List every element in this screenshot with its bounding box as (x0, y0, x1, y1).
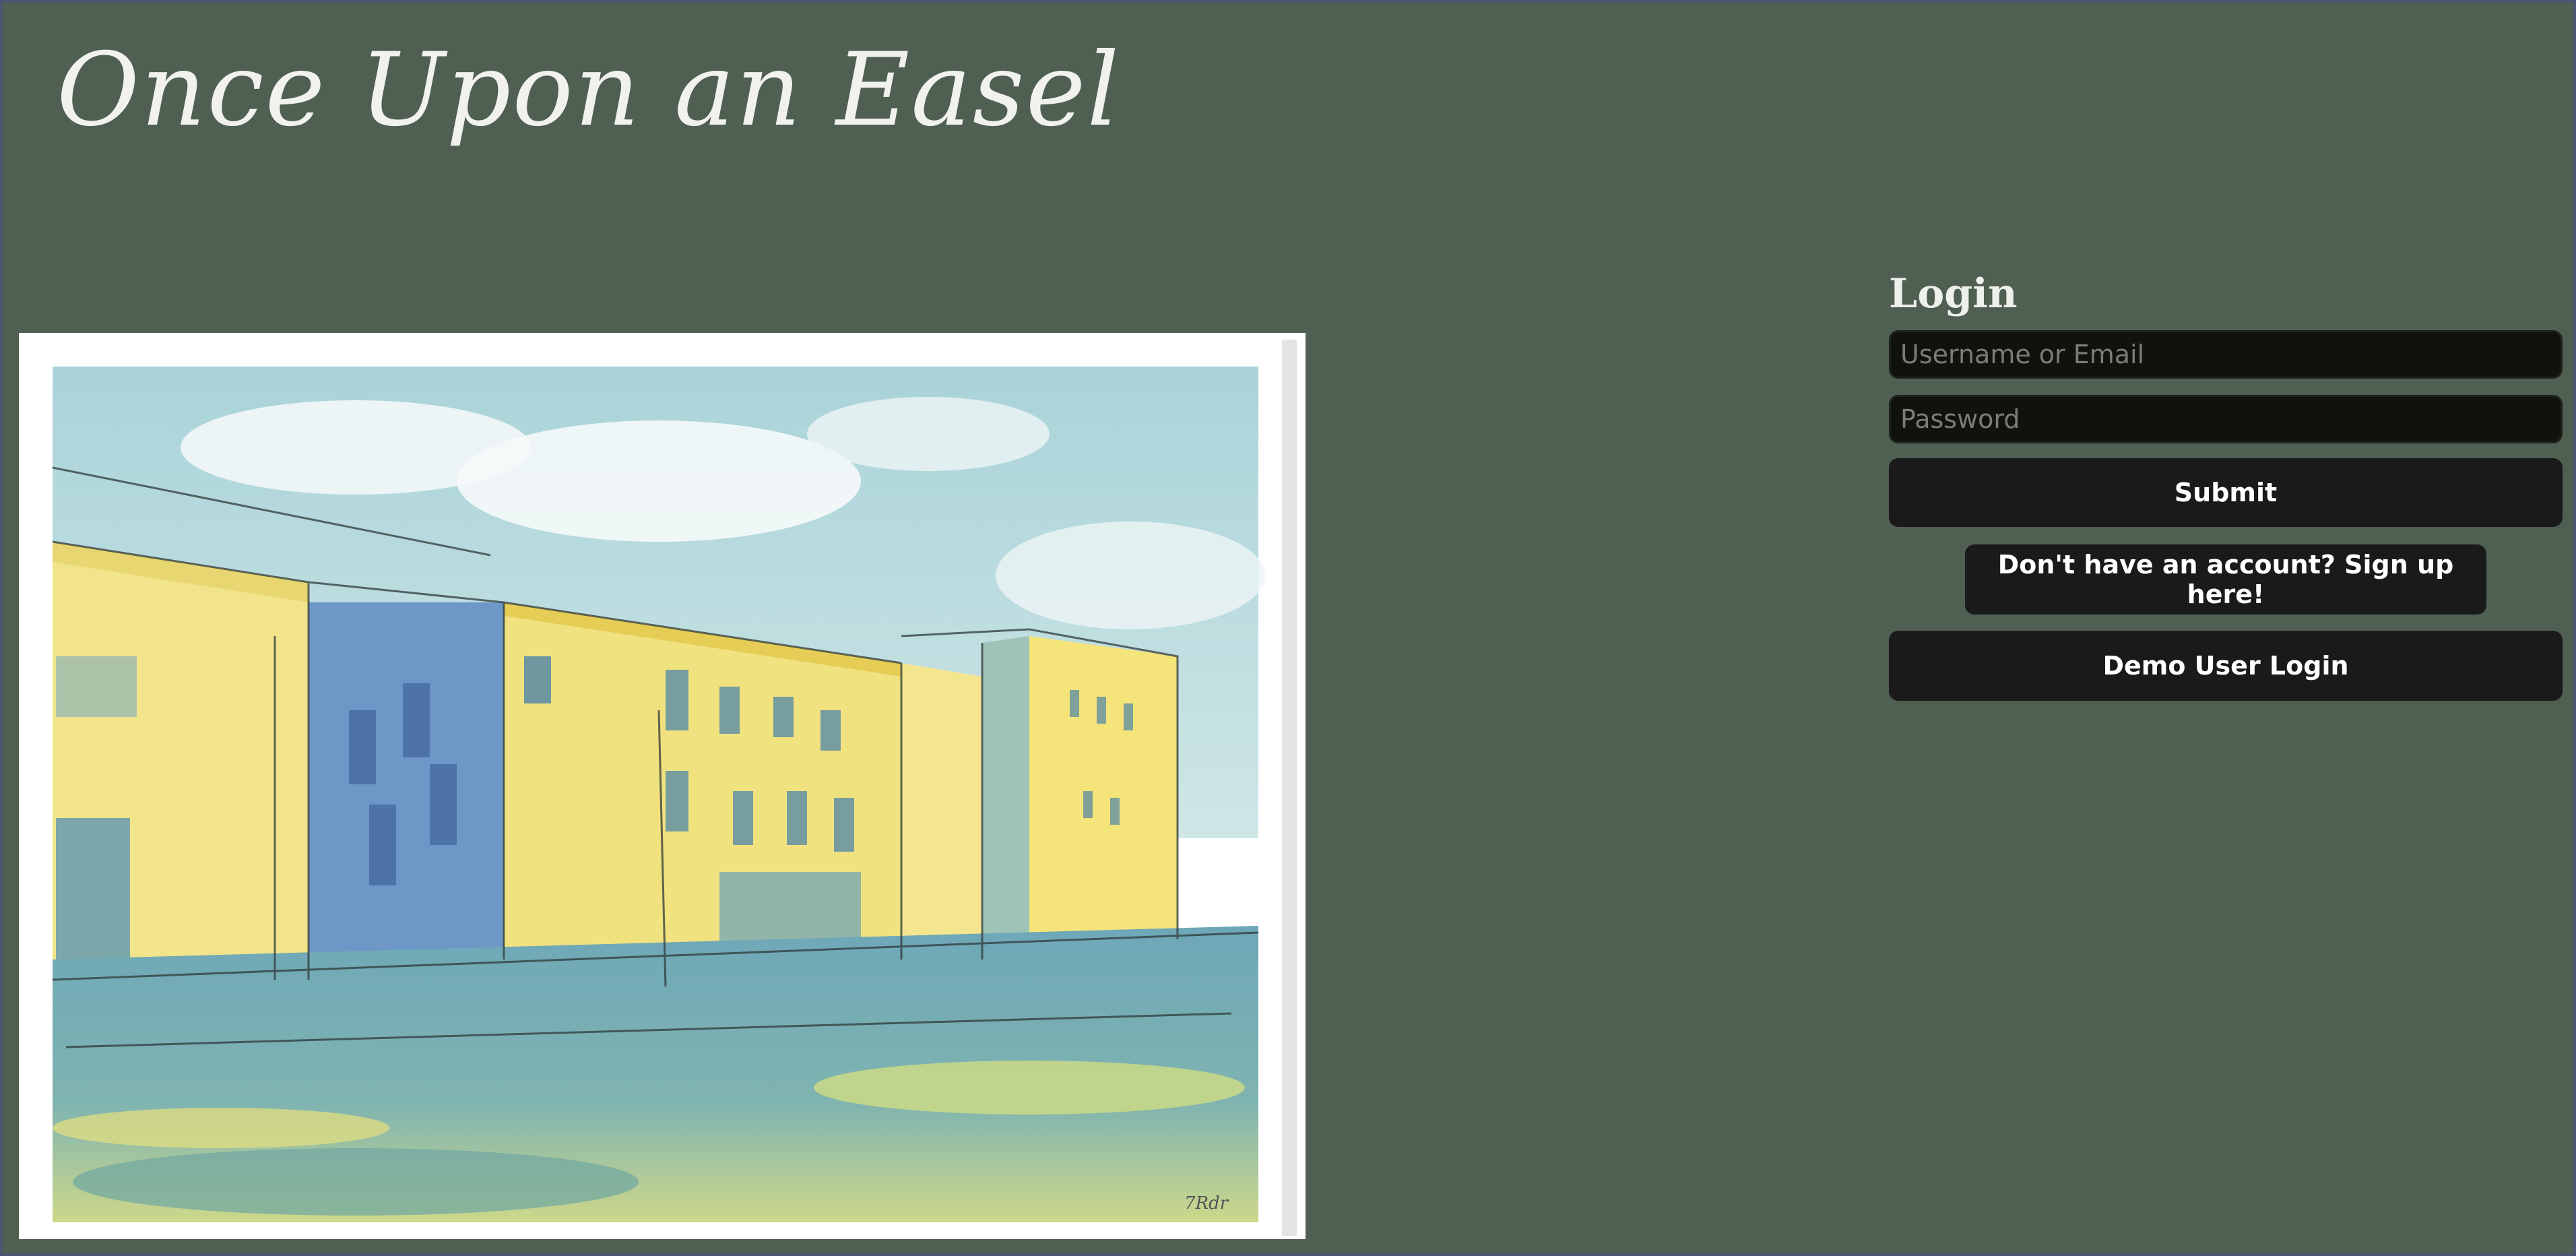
submit-button[interactable]: Submit (1889, 458, 2563, 527)
svg-text:7Rdr: 7Rdr (1184, 1193, 1229, 1214)
demo-login-button[interactable]: Demo User Login (1889, 631, 2563, 701)
username-input[interactable] (1889, 330, 2563, 379)
password-input[interactable] (1889, 395, 2563, 443)
site-logo[interactable]: Once Upon an Easel (57, 40, 1120, 141)
signup-button[interactable]: Don't have an account? Sign up here! (1965, 544, 2486, 615)
login-form: Login Submit Don't have an account? Sign… (1889, 265, 2563, 701)
hero-painting: 7Rdr (19, 333, 1306, 1239)
login-heading: Login (1889, 270, 2018, 317)
watercolor-street-painting-image: 7Rdr (19, 333, 1306, 1239)
